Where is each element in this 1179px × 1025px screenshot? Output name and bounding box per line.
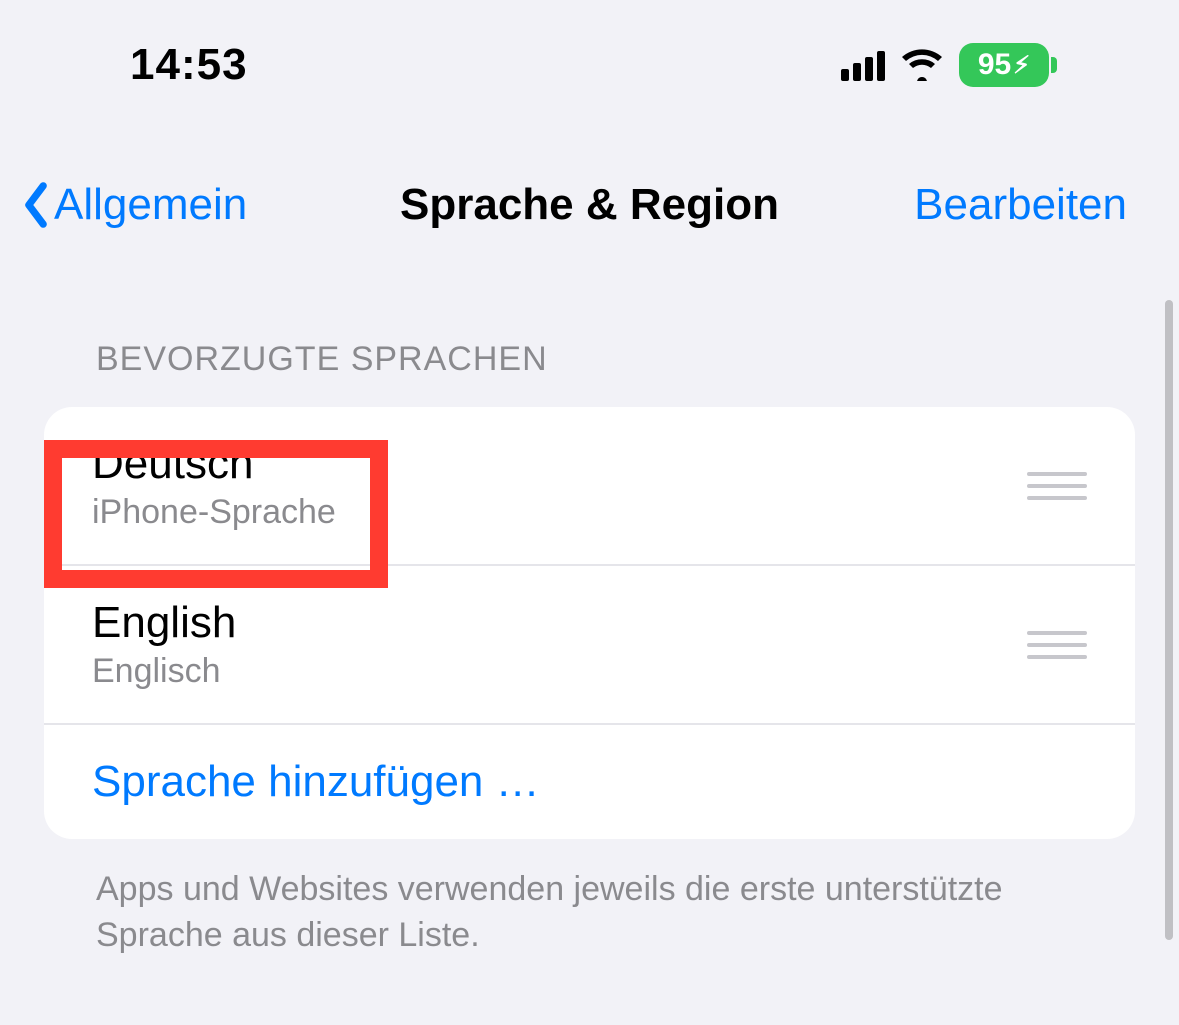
edit-button[interactable]: Bearbeiten: [914, 180, 1127, 230]
language-name: Deutsch: [92, 439, 336, 489]
charging-bolt-icon: ⚡︎: [1013, 51, 1030, 80]
page-title: Sprache & Region: [400, 180, 779, 230]
status-time: 14:53: [130, 40, 248, 90]
language-name: English: [92, 598, 236, 648]
battery-percent: 95: [978, 48, 1011, 82]
language-row-english[interactable]: English Englisch: [44, 566, 1135, 725]
back-button[interactable]: Allgemein: [20, 180, 247, 230]
status-indicators: 95⚡︎: [841, 43, 1049, 87]
add-language-button[interactable]: Sprache hinzufügen …: [44, 725, 1135, 839]
battery-indicator: 95⚡︎: [959, 43, 1049, 87]
cellular-signal-icon: [841, 49, 885, 81]
language-text: Deutsch iPhone-Sprache: [92, 439, 336, 532]
drag-handle-icon[interactable]: [1027, 472, 1087, 500]
navigation-bar: Allgemein Sprache & Region Bearbeiten: [0, 130, 1179, 280]
section-header-preferred-languages: BEVORZUGTE SPRACHEN: [44, 340, 1135, 407]
chevron-left-icon: [20, 181, 52, 229]
language-sub: iPhone-Sprache: [92, 493, 336, 532]
back-label: Allgemein: [54, 180, 247, 230]
language-text: English Englisch: [92, 598, 236, 691]
status-bar: 14:53 95⚡︎: [0, 0, 1179, 130]
scrollbar[interactable]: [1165, 300, 1173, 940]
content-area: BEVORZUGTE SPRACHEN Deutsch iPhone-Sprac…: [0, 280, 1179, 959]
language-sub: Englisch: [92, 652, 236, 691]
drag-handle-icon[interactable]: [1027, 631, 1087, 659]
language-list: Deutsch iPhone-Sprache English Englisch …: [44, 407, 1135, 839]
wifi-icon: [901, 49, 943, 81]
section-footer-note: Apps und Websites verwenden jeweils die …: [44, 839, 1135, 959]
add-language-label: Sprache hinzufügen …: [92, 757, 540, 807]
language-row-deutsch[interactable]: Deutsch iPhone-Sprache: [44, 407, 1135, 566]
